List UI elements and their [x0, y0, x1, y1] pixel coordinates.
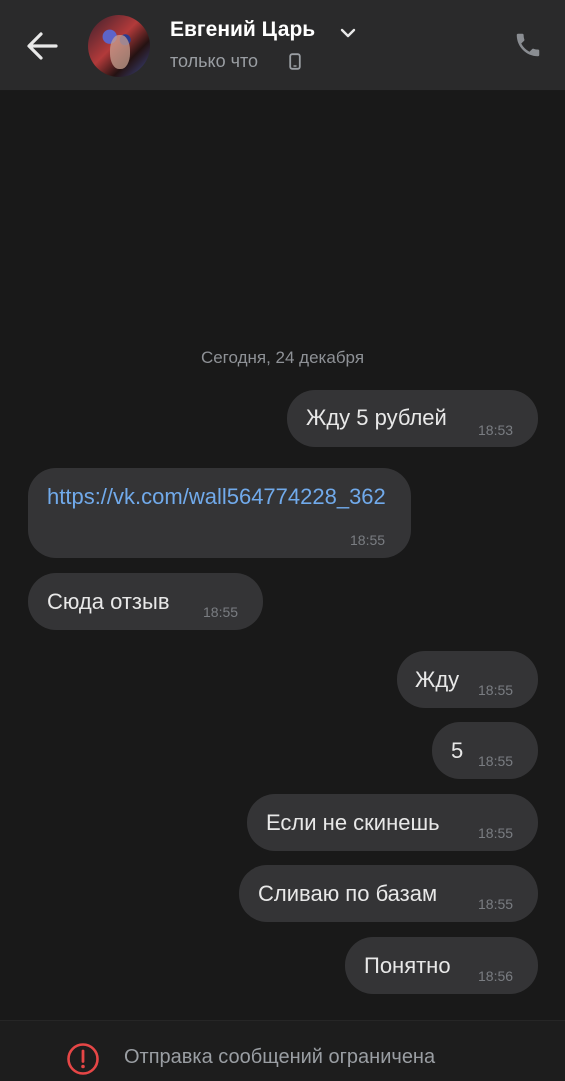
chevron-down-icon[interactable] — [340, 27, 356, 39]
message-time: 18:55 — [478, 825, 514, 841]
message-text: Сюда отзыв — [47, 589, 170, 614]
message-bubble-outgoing[interactable]: Сливаю по базам 18:55 — [239, 865, 538, 922]
message-link[interactable]: https://vk.com/wall564774228_362 — [47, 480, 397, 514]
message-bubble-outgoing[interactable]: Жду 18:55 — [397, 651, 538, 708]
avatar[interactable] — [88, 15, 150, 77]
message-bubble-outgoing[interactable]: Если не скинешь 18:55 — [247, 794, 538, 851]
message-text: Жду — [415, 667, 460, 692]
message-text: Если не скинешь — [266, 810, 440, 835]
message-time: 18:55 — [478, 896, 514, 912]
message-time: 18:55 — [203, 604, 239, 620]
message-bubble-incoming[interactable]: https://vk.com/wall564774228_362 18:55 — [28, 468, 411, 558]
date-separator: Сегодня, 24 декабря — [200, 348, 365, 367]
message-bubble-outgoing[interactable]: 5 18:55 — [432, 722, 538, 779]
contact-name[interactable]: Евгений Царь — [170, 18, 315, 42]
message-time: 18:55 — [478, 682, 514, 698]
message-time: 18:55 — [478, 753, 514, 769]
message-bubble-outgoing[interactable]: Жду 5 рублей 18:53 — [287, 390, 538, 447]
message-text: Жду 5 рублей — [306, 405, 447, 430]
message-text: Сливаю по базам — [258, 881, 438, 906]
back-arrow-icon[interactable] — [22, 26, 62, 66]
message-time: 18:56 — [478, 968, 514, 984]
online-status: только что — [170, 51, 259, 71]
message-text: 5 — [451, 738, 464, 763]
message-text: Понятно — [364, 953, 451, 978]
message-time: 18:53 — [478, 422, 514, 438]
message-bubble-incoming[interactable]: Сюда отзыв 18:55 — [28, 573, 263, 630]
warning-icon — [67, 1043, 99, 1075]
message-time: 18:55 — [350, 532, 386, 548]
mobile-icon — [289, 53, 301, 70]
chat-header: Евгений Царь только что — [0, 0, 565, 91]
restriction-notice: Отправка сообщений ограничена — [124, 1046, 436, 1068]
message-bubble-outgoing[interactable]: Понятно 18:56 — [345, 937, 538, 994]
phone-call-icon[interactable] — [513, 30, 543, 60]
